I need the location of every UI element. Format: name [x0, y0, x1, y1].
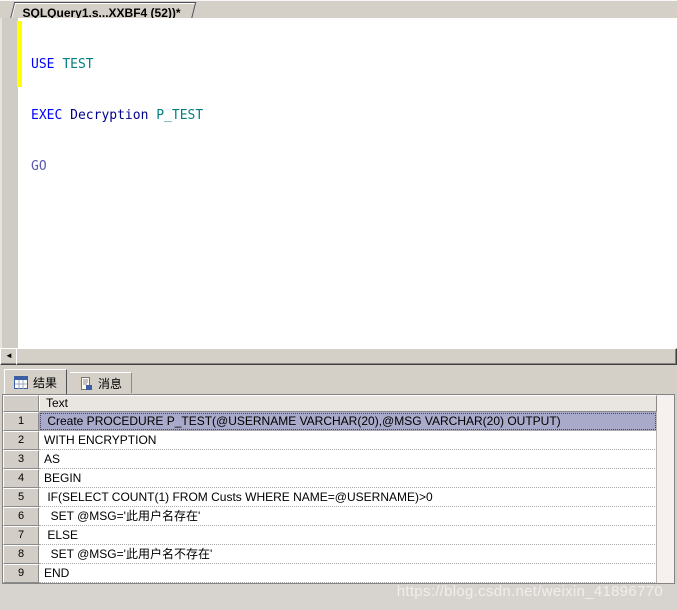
tab-results[interactable]: 结果	[4, 369, 68, 394]
sql-keyword: USE	[31, 57, 63, 72]
messages-icon	[79, 376, 93, 390]
row-cell-text[interactable]: IF(SELECT COUNT(1) FROM Custs WHERE NAME…	[39, 488, 657, 507]
table-row[interactable]: 5 IF(SELECT COUNT(1) FROM Custs WHERE NA…	[3, 488, 674, 507]
sql-object-name: P_TEST	[156, 108, 204, 123]
row-cell-text[interactable]: SET @MSG='此用户名存在'	[39, 507, 657, 526]
sql-editor[interactable]: USE TEST EXEC Decryption P_TEST GO	[0, 18, 677, 349]
table-row[interactable]: 3 AS	[3, 450, 674, 469]
row-number[interactable]: 8	[3, 545, 39, 564]
row-cell-text[interactable]: BEGIN	[39, 469, 657, 488]
row-number[interactable]: 6	[3, 507, 39, 526]
row-cell-text[interactable]: AS	[39, 450, 657, 469]
table-row[interactable]: 2 WITH ENCRYPTION	[3, 431, 674, 450]
table-row[interactable]: 1 Create PROCEDURE P_TEST(@USERNAME VARC…	[3, 412, 674, 431]
row-number[interactable]: 7	[3, 526, 39, 545]
results-grid: Text 1 Create PROCEDURE P_TEST(@USERNAME…	[2, 394, 675, 584]
code-line: EXEC Decryption P_TEST	[31, 107, 203, 124]
editor-hscrollbar[interactable]: ◄	[0, 348, 677, 365]
sql-proc-name: Decryption	[70, 108, 157, 123]
tab-messages[interactable]: 消息	[70, 372, 133, 393]
table-row[interactable]: 9 END	[3, 564, 674, 583]
selection-margin	[0, 18, 18, 348]
table-row[interactable]: 6 SET @MSG='此用户名存在'	[3, 507, 674, 526]
tab-results-label: 结果	[33, 375, 58, 390]
row-number[interactable]: 2	[3, 431, 39, 450]
grid-header-row: Text	[3, 395, 674, 412]
scroll-left-arrow-icon: ◄	[5, 351, 13, 360]
change-tracking-bar	[17, 21, 22, 87]
code-line: USE TEST	[31, 56, 203, 73]
grid-corner-cell[interactable]	[3, 395, 39, 412]
tab-messages-label: 消息	[98, 376, 123, 391]
ssms-window: SQLQuery1.s...XXBF4 (52))* USE TEST EXEC…	[0, 0, 677, 610]
scrollbar-thumb[interactable]	[16, 348, 677, 365]
row-number[interactable]: 4	[3, 469, 39, 488]
table-row[interactable]: 7 ELSE	[3, 526, 674, 545]
document-tabstrip: SQLQuery1.s...XXBF4 (52))*	[0, 0, 677, 20]
sql-keyword: EXEC	[31, 108, 71, 123]
sql-batch-separator: GO	[31, 159, 47, 174]
column-header-text[interactable]: Text	[39, 395, 657, 412]
results-tabstrip: 结果 消息	[0, 368, 677, 394]
table-row[interactable]: 4 BEGIN	[3, 469, 674, 488]
results-grid-icon	[14, 375, 28, 389]
row-cell-text[interactable]: ELSE	[39, 526, 657, 545]
sql-object-name: TEST	[62, 57, 94, 72]
row-cell-text[interactable]: SET @MSG='此用户名不存在'	[39, 545, 657, 564]
row-number[interactable]: 9	[3, 564, 39, 583]
code-line: GO	[31, 158, 203, 175]
row-cell-text[interactable]: WITH ENCRYPTION	[39, 431, 657, 450]
code-area: USE TEST EXEC Decryption P_TEST GO	[31, 22, 203, 209]
row-number[interactable]: 3	[3, 450, 39, 469]
row-cell-text[interactable]: Create PROCEDURE P_TEST(@USERNAME VARCHA…	[39, 412, 657, 431]
row-number[interactable]: 1	[3, 412, 39, 431]
row-cell-text[interactable]: END	[39, 564, 657, 583]
row-number[interactable]: 5	[3, 488, 39, 507]
watermark-text: https://blog.csdn.net/weixin_41896770	[396, 583, 663, 600]
table-row[interactable]: 8 SET @MSG='此用户名不存在'	[3, 545, 674, 564]
